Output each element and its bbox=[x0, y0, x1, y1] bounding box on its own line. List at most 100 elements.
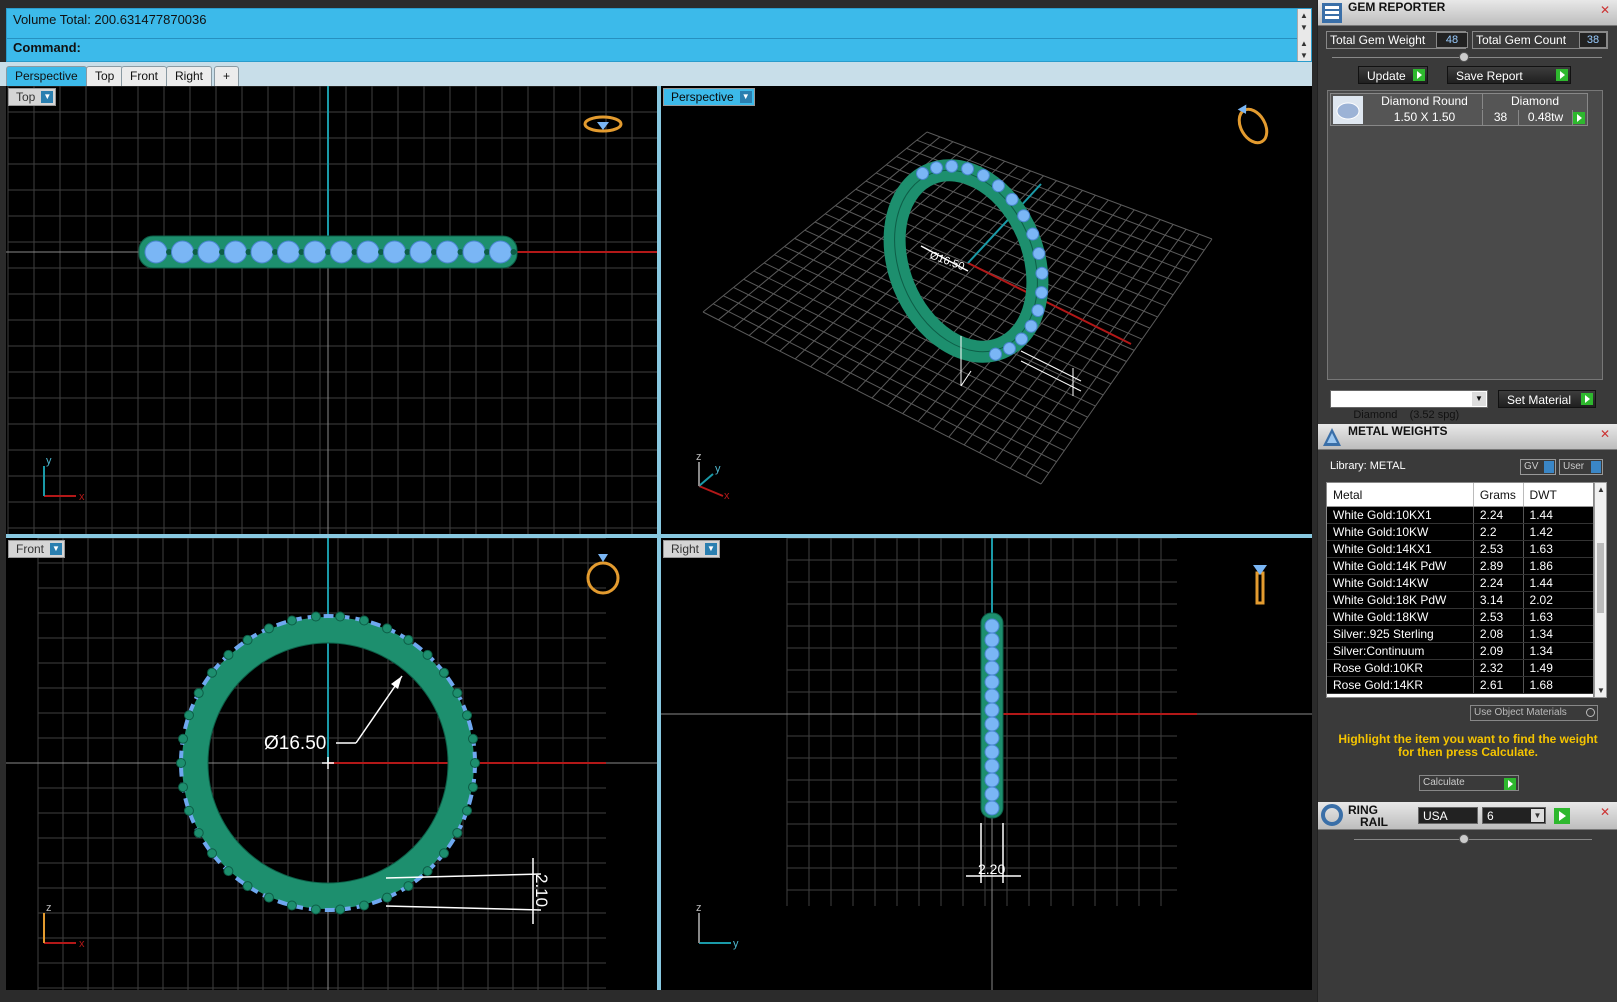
table-cell: Rose Gold:14KR bbox=[1327, 677, 1474, 693]
library-label: Library: METAL bbox=[1330, 460, 1406, 472]
play-arrow-icon bbox=[1581, 393, 1593, 405]
play-arrow-icon bbox=[1504, 778, 1516, 790]
table-cell: 1.63 bbox=[1529, 610, 1553, 624]
viewport-tab-strip: Perspective Top Front Right + bbox=[0, 62, 1312, 86]
table-cell: Silver:Continuum bbox=[1327, 643, 1474, 659]
gem-list-item[interactable]: Diamond Round Diamond 1.50 X 1.50 38 0.4… bbox=[1330, 93, 1588, 126]
collapse-handle-icon[interactable] bbox=[1459, 834, 1469, 844]
tab-top[interactable]: Top bbox=[86, 66, 124, 86]
close-icon[interactable]: ✕ bbox=[1598, 806, 1612, 820]
table-cell: Silver:.925 Sterling bbox=[1327, 626, 1474, 642]
radio-icon bbox=[1586, 708, 1595, 717]
scroll-up-icon[interactable]: ▲ bbox=[1597, 485, 1605, 494]
scroll-up-icon[interactable]: ▲ bbox=[1300, 11, 1308, 20]
table-cell: 2.2 bbox=[1474, 524, 1524, 540]
svg-text:x: x bbox=[724, 490, 730, 502]
svg-text:y: y bbox=[715, 463, 721, 475]
apply-ring-size-button[interactable] bbox=[1554, 808, 1570, 824]
scroll-down-icon[interactable]: ▼ bbox=[1300, 51, 1308, 60]
add-tab-button[interactable]: + bbox=[214, 66, 240, 86]
svg-text:z: z bbox=[696, 902, 702, 914]
update-label: Update bbox=[1367, 69, 1406, 83]
front-diameter-label: Ø16.50 bbox=[264, 733, 326, 754]
gv-toggle[interactable]: GV bbox=[1520, 459, 1556, 475]
dropdown-arrow-icon[interactable]: ▼ bbox=[50, 543, 63, 555]
command-scrollbar[interactable]: ▲ ▼ ▲ ▼ bbox=[1297, 9, 1311, 61]
table-body: White Gold:10KX1 2.24 1.44 White Gold:10KW 2… bbox=[1327, 507, 1593, 694]
table-row[interactable]: White Gold:18K PdW 3.14 2.02 bbox=[1327, 592, 1593, 609]
gem-count: 38 bbox=[1483, 110, 1519, 125]
table-row[interactable]: White Gold:14KW 2.24 1.44 bbox=[1327, 575, 1593, 592]
table-cell: 2.09 bbox=[1474, 643, 1524, 659]
collapse-handle-icon[interactable] bbox=[1459, 52, 1469, 62]
tab-right[interactable]: Right bbox=[166, 66, 213, 86]
ring-thumbnail-icon bbox=[1253, 565, 1267, 605]
gem-material: Diamond bbox=[1510, 94, 1560, 108]
update-button[interactable]: Update bbox=[1358, 66, 1428, 84]
chevron-down-icon[interactable]: ▼ bbox=[1531, 809, 1544, 822]
metal-weights-icon bbox=[1323, 428, 1341, 446]
chevron-down-icon[interactable]: ▼ bbox=[1472, 392, 1486, 406]
calculate-button[interactable]: Calculate bbox=[1419, 775, 1519, 791]
svg-text:x: x bbox=[79, 491, 85, 503]
ring-size-select[interactable]: 6 ▼ bbox=[1482, 807, 1546, 824]
right-width-label: 2.20 bbox=[978, 861, 1005, 877]
scrollbar-thumb[interactable] bbox=[1597, 543, 1604, 613]
scroll-down-icon[interactable]: ▼ bbox=[1597, 686, 1605, 695]
axis-icon: x y bbox=[43, 455, 85, 503]
use-object-materials-toggle[interactable]: Use Object Materials bbox=[1470, 705, 1598, 721]
table-cell: White Gold:18KW bbox=[1327, 609, 1474, 625]
viewport-front[interactable]: Ø16.50 2.10 x z Front ▼ bbox=[6, 538, 657, 990]
close-icon[interactable]: ✕ bbox=[1598, 428, 1612, 442]
table-row[interactable]: White Gold:10KW 2.2 1.42 bbox=[1327, 524, 1593, 541]
viewport-label-perspective[interactable]: Perspective ▼ bbox=[663, 88, 755, 106]
command-history: Volume Total: 200.631477870036 bbox=[13, 12, 207, 27]
set-material-button[interactable]: Set Material bbox=[1498, 390, 1596, 408]
close-icon[interactable]: ✕ bbox=[1598, 4, 1612, 18]
ring-size-country-field[interactable]: USA bbox=[1418, 807, 1478, 824]
material-select[interactable]: Diamond (3.52 spg) ▼ bbox=[1330, 390, 1488, 421]
metal-table-scrollbar[interactable]: ▲ ▼ bbox=[1594, 482, 1607, 698]
table-row[interactable]: White Gold:10KX1 2.24 1.44 bbox=[1327, 507, 1593, 524]
table-row[interactable]: White Gold:14KX1 2.53 1.63 bbox=[1327, 541, 1593, 558]
viewport-label-top[interactable]: Top ▼ bbox=[8, 88, 57, 106]
viewport-top[interactable]: x y Top ▼ bbox=[6, 86, 657, 534]
scroll-up-icon[interactable]: ▲ bbox=[1300, 39, 1308, 48]
viewport-label-text: Top bbox=[16, 90, 36, 104]
table-row[interactable]: Rose Gold:10KR 2.32 1.49 bbox=[1327, 660, 1593, 677]
tab-perspective[interactable]: Perspective bbox=[6, 66, 87, 86]
table-cell: White Gold:14KX1 bbox=[1327, 541, 1474, 557]
gem-size: 1.50 X 1.50 bbox=[1367, 110, 1483, 125]
table-row[interactable]: Rose Gold:14KR 2.61 1.68 bbox=[1327, 677, 1593, 694]
dropdown-arrow-icon[interactable]: ▼ bbox=[739, 91, 752, 103]
dropdown-arrow-icon[interactable]: ▼ bbox=[41, 91, 54, 103]
play-arrow-icon[interactable] bbox=[1573, 112, 1585, 124]
column-header-metal[interactable]: Metal bbox=[1327, 483, 1474, 506]
table-cell: 1.68 bbox=[1529, 678, 1553, 692]
column-header-grams[interactable]: Grams bbox=[1474, 483, 1524, 506]
panel-title-line2: RAIL bbox=[1360, 815, 1388, 829]
user-toggle[interactable]: User bbox=[1559, 459, 1603, 475]
play-arrow-icon bbox=[1556, 69, 1568, 81]
front-width-label: 2.10 bbox=[532, 874, 551, 907]
viewport-perspective[interactable]: Ø16.50 x y z Perspective ▼ bbox=[661, 86, 1312, 534]
ring-size-value: 6 bbox=[1487, 809, 1494, 823]
scroll-down-icon[interactable]: ▼ bbox=[1300, 23, 1308, 32]
ring-rail-header: RING RAIL USA 6 ▼ ✕ bbox=[1318, 802, 1617, 830]
viewport-label-right[interactable]: Right ▼ bbox=[663, 540, 721, 558]
svg-text:z: z bbox=[696, 451, 702, 463]
viewport-right[interactable]: 2.20 y z Right ▼ bbox=[661, 538, 1312, 990]
table-row[interactable]: Silver:.925 Sterling 2.08 1.34 bbox=[1327, 626, 1593, 643]
table-cell: 3.14 bbox=[1474, 592, 1524, 608]
save-report-button[interactable]: Save Report bbox=[1447, 66, 1571, 84]
command-area[interactable]: Volume Total: 200.631477870036 Command: … bbox=[6, 8, 1312, 62]
column-header-dwt[interactable]: DWT bbox=[1524, 483, 1593, 506]
command-prompt[interactable]: Command: bbox=[13, 40, 81, 55]
save-report-label: Save Report bbox=[1456, 69, 1523, 83]
viewport-label-front[interactable]: Front ▼ bbox=[8, 540, 66, 558]
tab-front[interactable]: Front bbox=[121, 66, 168, 86]
table-row[interactable]: White Gold:14K PdW 2.89 1.86 bbox=[1327, 558, 1593, 575]
table-row[interactable]: White Gold:18KW 2.53 1.63 bbox=[1327, 609, 1593, 626]
dropdown-arrow-icon[interactable]: ▼ bbox=[705, 543, 718, 555]
table-row[interactable]: Silver:Continuum 2.09 1.34 bbox=[1327, 643, 1593, 660]
